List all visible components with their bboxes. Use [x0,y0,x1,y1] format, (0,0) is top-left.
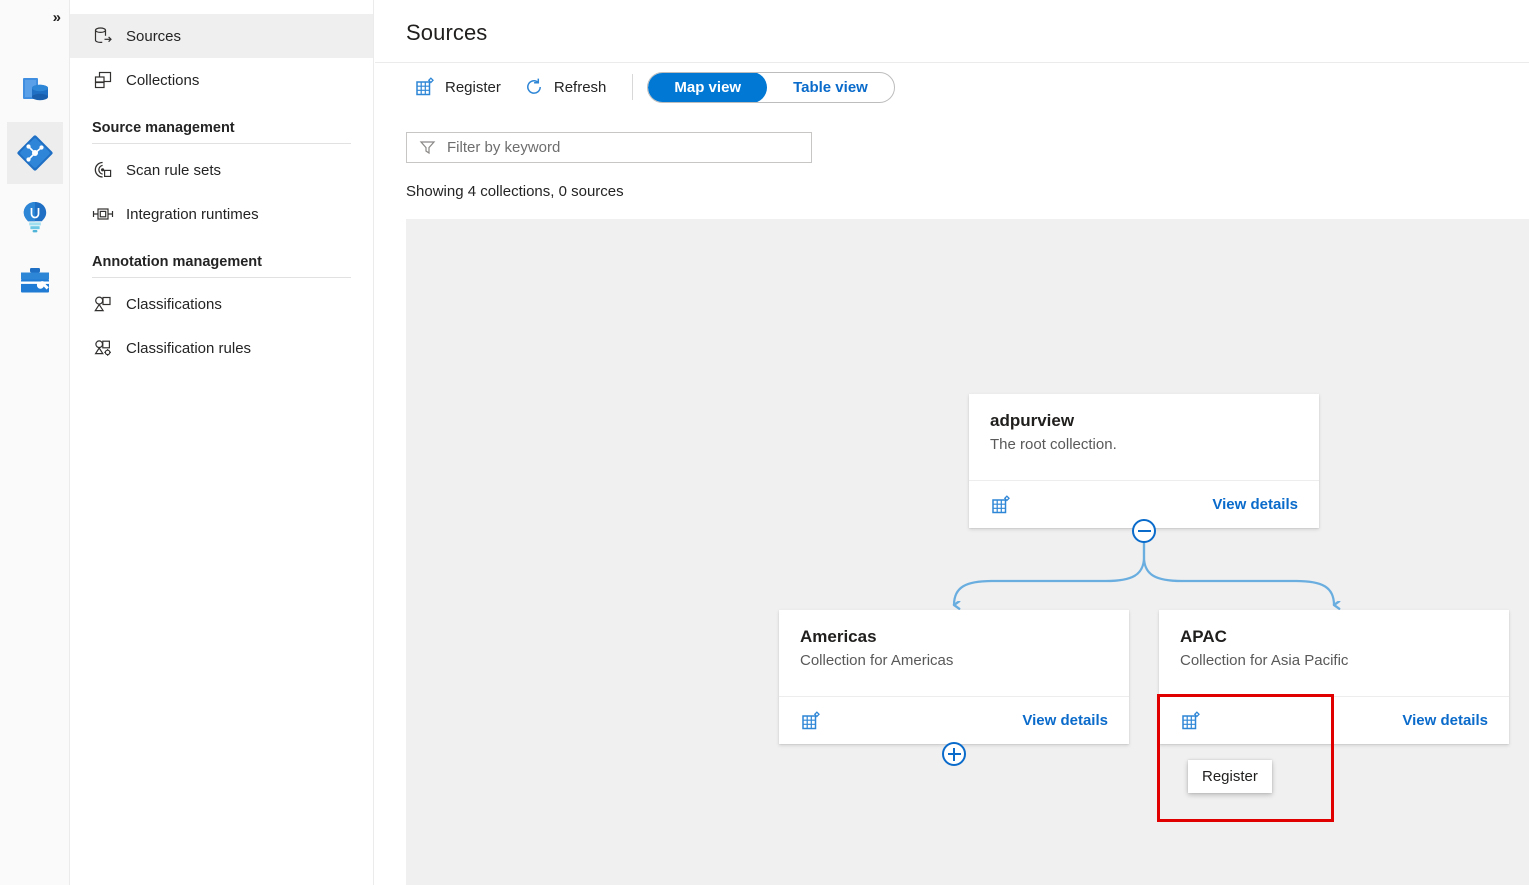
data-map-icon [17,135,53,171]
expand-rail-chevron-icon[interactable]: » [53,10,61,25]
node-body: Americas Collection for Americas [779,610,1129,696]
integration-runtimes-icon [92,203,114,225]
view-details-link[interactable]: View details [1212,496,1298,513]
node-footer: View details [779,696,1129,744]
rail-item-data-map[interactable] [7,122,63,184]
minus-icon [1138,530,1151,532]
purview-data-map-window: » [0,0,1529,885]
sidebar-item-sources[interactable]: Sources [70,14,373,58]
node-title: adpurview [990,410,1298,431]
toolbar-divider [632,74,633,100]
filter-icon [419,139,436,156]
node-title: APAC [1180,626,1488,647]
left-icon-rail: » [0,0,70,885]
node-body: adpurview The root collection. [969,394,1319,480]
refresh-button-label: Refresh [554,79,607,96]
sidebar-item-classification-rules-label: Classification rules [126,340,251,357]
sidebar-item-integration-runtimes-label: Integration runtimes [126,206,259,223]
view-details-link[interactable]: View details [1402,712,1488,729]
map-edges [406,219,1529,885]
node-description: Collection for Asia Pacific [1180,651,1488,671]
register-icon[interactable] [800,710,822,732]
expand-toggle-americas[interactable] [942,742,966,766]
collections-map-canvas[interactable]: adpurview The root collection. View deta… [406,219,1529,885]
database-export-icon [92,25,114,47]
node-description: The root collection. [990,435,1298,455]
filter-input-placeholder: Filter by keyword [447,139,560,156]
sidebar-item-integration-runtimes[interactable]: Integration runtimes [70,192,373,236]
tab-map-view[interactable]: Map view [648,72,767,103]
collapse-toggle-adpurview[interactable] [1132,519,1156,543]
collection-node-americas[interactable]: Americas Collection for Americas View de… [779,610,1129,744]
node-description: Collection for Americas [800,651,1108,671]
sidebar-item-sources-label: Sources [126,28,181,45]
lightbulb-icon [20,200,50,234]
scan-rule-sets-icon [92,159,114,181]
sidebar-item-collections-label: Collections [126,72,199,89]
view-details-link[interactable]: View details [1022,712,1108,729]
main-content: Sources Register [375,0,1529,885]
sidebar-divider-2 [92,277,351,278]
view-toggle-group: Map view Table view [647,72,894,103]
sidebar-divider-1 [92,143,351,144]
sidebar-group-source-management: Source management [70,102,373,143]
toolbox-icon [18,265,52,297]
status-text: Showing 4 collections, 0 sources [406,183,624,200]
filter-input[interactable]: Filter by keyword [406,132,812,163]
register-button[interactable]: Register [406,70,509,104]
plus-icon-vertical [953,748,955,761]
page-title: Sources [406,20,487,46]
collection-node-adpurview[interactable]: adpurview The root collection. View deta… [969,394,1319,528]
refresh-button[interactable]: Refresh [515,70,615,104]
node-title: Americas [800,626,1108,647]
collections-icon [92,69,114,91]
register-icon [414,76,436,98]
classification-rules-icon [92,337,114,359]
sidebar-item-classifications[interactable]: Classifications [70,282,373,326]
refresh-icon [523,76,545,98]
register-icon[interactable] [990,494,1012,516]
catalog-icon [18,72,52,106]
tab-table-view[interactable]: Table view [767,72,894,103]
register-button-label: Register [445,79,501,96]
register-icon[interactable] [1180,710,1202,732]
rail-item-management[interactable] [7,250,63,312]
classifications-icon [92,293,114,315]
sidebar-item-classifications-label: Classifications [126,296,222,313]
sidebar-group-annotation-management: Annotation management [70,236,373,277]
node-footer: View details [1159,696,1509,744]
command-bar: Register Refresh Map view Table view [406,62,895,112]
node-body: APAC Collection for Asia Pacific [1159,610,1509,696]
sidebar-item-classification-rules[interactable]: Classification rules [70,326,373,370]
sidebar-item-collections[interactable]: Collections [70,58,373,102]
rail-item-data-insights[interactable] [7,186,63,248]
sidebar-item-scan-rule-sets-label: Scan rule sets [126,162,221,179]
sidebar-item-scan-rule-sets[interactable]: Scan rule sets [70,148,373,192]
register-tooltip: Register [1188,760,1272,793]
collection-node-apac[interactable]: APAC Collection for Asia Pacific View de… [1159,610,1509,744]
rail-item-data-catalog[interactable] [7,58,63,120]
navigation-sidebar: Sources Collections Source management [70,0,374,885]
